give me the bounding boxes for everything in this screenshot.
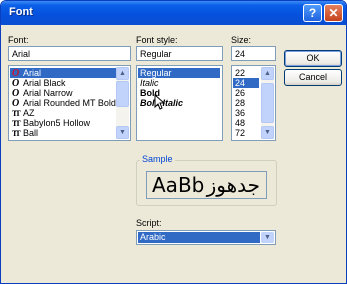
- script-select[interactable]: Arabic ▼: [136, 230, 276, 245]
- list-item-font[interactable]: O Arial Black: [10, 78, 66, 89]
- font-style-label: Font style:: [136, 35, 178, 45]
- scroll-up-icon[interactable]: ▲: [261, 67, 274, 80]
- font-item-label: Arial Black: [23, 78, 66, 88]
- list-item-style[interactable]: Regular: [138, 68, 220, 78]
- font-item-label: Arial Narrow: [23, 88, 73, 98]
- list-item-font[interactable]: TT Babylon5 Hollow: [10, 118, 90, 128]
- scroll-up-icon[interactable]: ▲: [116, 67, 129, 80]
- size-list[interactable]: 22 24 26 28 36 48 72 ▲ ▼: [231, 65, 276, 141]
- ok-button[interactable]: OK: [284, 50, 342, 67]
- close-button[interactable]: ✕: [324, 4, 343, 22]
- size-label: Size:: [231, 35, 252, 45]
- sample-arabic-text: جدهوز: [206, 173, 260, 197]
- mouse-cursor-icon: [154, 94, 165, 110]
- scroll-thumb[interactable]: [116, 81, 129, 107]
- list-item-size[interactable]: 72: [233, 128, 245, 138]
- list-item-font[interactable]: O Arial Rounded MT Bold: [10, 98, 116, 108]
- sample-label: Sample: [140, 154, 175, 164]
- list-item-size[interactable]: 48: [233, 118, 245, 128]
- list-item-font[interactable]: O Arial Narrow: [10, 88, 73, 99]
- list-item-style[interactable]: Italic: [138, 78, 159, 88]
- list-item-font[interactable]: TT Ball: [10, 128, 38, 138]
- font-item-label: Babylon5 Hollow: [23, 118, 91, 128]
- font-list-scrollbar[interactable]: ▲ ▼: [116, 67, 129, 139]
- font-item-label: Arial Rounded MT Bold: [23, 98, 116, 108]
- list-item-size[interactable]: 26: [233, 88, 245, 98]
- list-item-size[interactable]: 22: [233, 68, 245, 78]
- script-selected-value: Arabic: [138, 232, 260, 243]
- font-item-label: Ball: [23, 128, 39, 138]
- cancel-button[interactable]: Cancel: [284, 69, 342, 86]
- script-label: Script:: [136, 218, 162, 228]
- font-item-label: Arial: [23, 68, 42, 78]
- list-item-font[interactable]: O Arial: [10, 68, 116, 79]
- help-button[interactable]: ?: [303, 4, 322, 22]
- list-item-size[interactable]: 24: [233, 78, 259, 88]
- chevron-down-icon[interactable]: ▼: [261, 232, 274, 243]
- font-dialog: Font ? ✕ Font: Arial O Arial O Arial Black…: [0, 0, 347, 284]
- size-input[interactable]: 24: [231, 46, 276, 61]
- font-style-list[interactable]: Regular Italic Bold Bold Italic: [136, 65, 223, 141]
- truetype-font-icon: TT: [12, 129, 21, 138]
- font-list[interactable]: O Arial O Arial Black O Arial Narrow O Arial…: [8, 65, 131, 141]
- sample-latin-text: AaBb: [152, 173, 205, 197]
- list-item-size[interactable]: 36: [233, 108, 245, 118]
- font-name-input[interactable]: Arial: [8, 46, 131, 61]
- list-item-size[interactable]: 28: [233, 98, 245, 108]
- scroll-down-icon[interactable]: ▼: [116, 126, 129, 139]
- window-title: Font: [9, 6, 33, 18]
- size-list-scrollbar[interactable]: ▲ ▼: [261, 67, 274, 139]
- scroll-thumb[interactable]: [261, 83, 274, 123]
- scroll-down-icon[interactable]: ▼: [261, 126, 274, 139]
- font-style-input[interactable]: Regular: [136, 46, 223, 61]
- font-label: Font:: [8, 35, 29, 45]
- font-item-label: AZ: [23, 108, 35, 118]
- sample-preview: AaBb جدهوز: [146, 171, 267, 199]
- opentype-font-icon: O: [12, 98, 20, 109]
- title-bar[interactable]: Font ? ✕: [1, 1, 346, 25]
- list-item-font[interactable]: TT AZ: [10, 108, 35, 118]
